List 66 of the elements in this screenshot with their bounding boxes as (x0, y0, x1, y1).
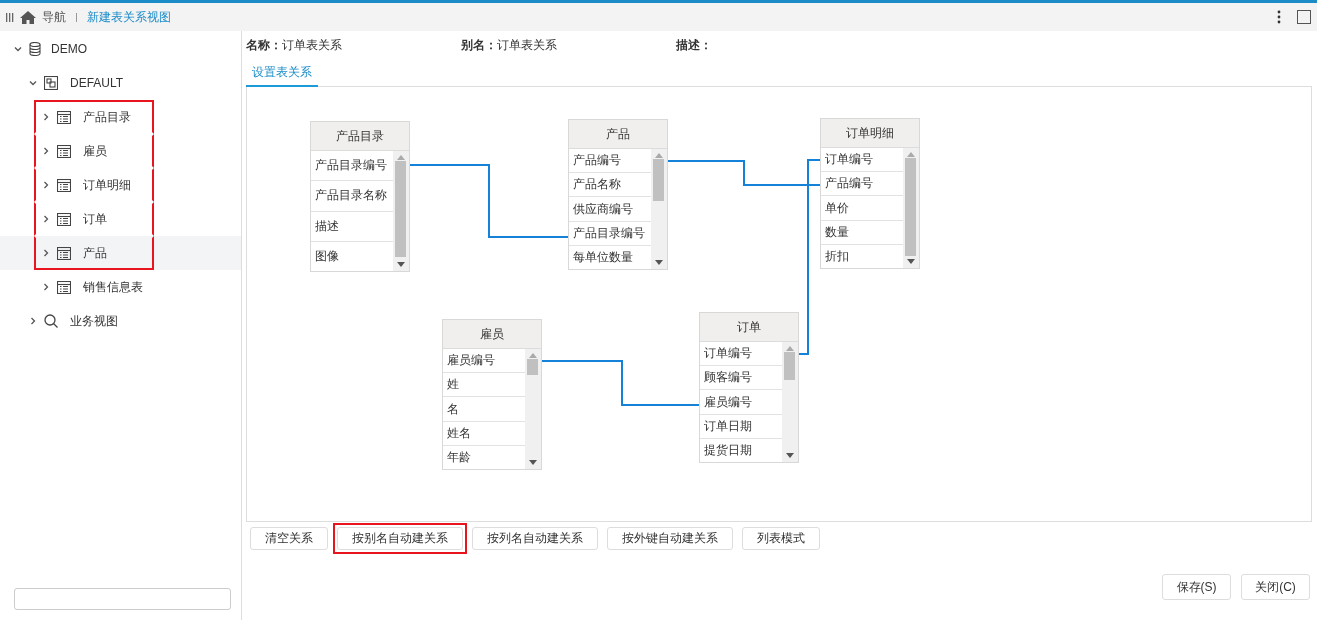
table-node[interactable]: 产品 产品编号 产品名称 供应商编号 产品目录编号 每单位数量 (568, 119, 668, 270)
tree-item[interactable]: 销售信息表 (0, 270, 241, 304)
action-button[interactable]: 列表模式 (742, 527, 820, 550)
table-icon (57, 280, 71, 294)
scroll-down-icon[interactable] (655, 260, 663, 265)
scroll-down-icon[interactable] (786, 453, 794, 458)
action-button[interactable]: 按外键自动建关系 (607, 527, 733, 550)
table-icon (57, 144, 71, 158)
dialog-button[interactable]: 保存(S) (1162, 574, 1231, 600)
table-icon (57, 178, 71, 192)
field-item[interactable]: 折扣 (821, 244, 903, 268)
dialog-button[interactable]: 关闭(C) (1241, 574, 1310, 600)
action-button[interactable]: 清空关系 (250, 527, 328, 550)
scrollbar-thumb[interactable] (905, 158, 916, 256)
breadcrumb-link[interactable]: 新建表关系视图 (87, 8, 171, 26)
chevron-icon[interactable] (41, 180, 51, 190)
chevron-icon[interactable] (41, 146, 51, 156)
chevron-icon[interactable] (28, 316, 38, 326)
search-field[interactable] (14, 588, 231, 610)
table-node[interactable]: 雇员 雇员编号 姓 名 姓名 年龄 (442, 319, 542, 470)
field-item[interactable]: 提货日期 (700, 438, 782, 462)
tree-item[interactable]: DEFAULT (0, 66, 241, 100)
field-item[interactable]: 图像 (311, 241, 393, 271)
field-label: 别名： (461, 36, 497, 54)
chevron-icon[interactable] (41, 248, 51, 258)
maximize-icon[interactable] (1297, 10, 1311, 24)
table-icon (57, 246, 71, 260)
home-icon[interactable] (20, 10, 36, 24)
table-node[interactable]: 订单明细 订单编号 产品编号 单价 数量 折扣 (820, 118, 920, 269)
action-button[interactable]: 按列名自动建关系 (472, 527, 598, 550)
tree-item[interactable]: 产品目录 (0, 100, 241, 134)
field-label: 描述： (676, 36, 712, 54)
chevron-icon[interactable] (41, 112, 51, 122)
field-item[interactable]: 每单位数量 (569, 245, 651, 269)
tree-item[interactable]: 产品 (0, 236, 241, 270)
scroll-down-icon[interactable] (397, 262, 405, 267)
scrollbar-thumb[interactable] (395, 161, 406, 257)
tree-item[interactable]: 业务视图 (0, 304, 241, 338)
field-value: 订单表关系 (497, 36, 557, 54)
chevron-icon[interactable] (41, 282, 51, 292)
action-button[interactable]: 按别名自动建关系 (337, 527, 463, 550)
chevron-icon[interactable] (41, 214, 51, 224)
database-icon (29, 42, 41, 56)
scrollbar-thumb[interactable] (527, 359, 538, 375)
nav-link[interactable]: 导航 (42, 8, 66, 26)
search-icon (44, 314, 58, 328)
grip-icon[interactable] (6, 12, 14, 22)
table-node[interactable]: 产品目录 产品目录编号 产品目录名称 描述 图像 (310, 121, 410, 272)
chevron-icon[interactable] (28, 78, 38, 88)
scroll-down-icon[interactable] (529, 460, 537, 465)
scroll-down-icon[interactable] (907, 259, 915, 264)
tree-item[interactable]: 雇员 (0, 134, 241, 168)
table-icon (57, 110, 71, 124)
field-value: 订单表关系 (282, 36, 342, 54)
scrollbar-thumb[interactable] (784, 352, 795, 380)
field-label: 名称： (246, 36, 282, 54)
scrollbar-thumb[interactable] (653, 159, 664, 201)
schema-icon (44, 76, 58, 90)
more-icon[interactable] (1277, 10, 1281, 24)
tree-item[interactable]: DEMO (0, 32, 241, 66)
tree-item[interactable]: 订单明细 (0, 168, 241, 202)
table-node[interactable]: 订单 订单编号 顾客编号 雇员编号 订单日期 提货日期 (699, 312, 799, 463)
chevron-icon[interactable] (13, 44, 23, 54)
field-item[interactable]: 年龄 (443, 445, 525, 469)
table-icon (57, 212, 71, 226)
tab[interactable]: 设置表关系 (246, 61, 318, 87)
